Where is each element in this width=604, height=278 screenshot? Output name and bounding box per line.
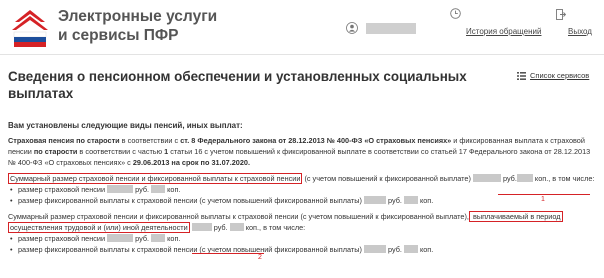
masked-amount bbox=[151, 185, 166, 193]
currency-rub: руб. bbox=[213, 223, 228, 232]
brand-line-2: и сервисы ПФР bbox=[58, 27, 179, 44]
text-fragment: размер страховой пенсии bbox=[18, 234, 108, 243]
currency-kop: коп. bbox=[167, 185, 181, 194]
grid-icon bbox=[517, 72, 526, 80]
masked-amount bbox=[363, 245, 386, 253]
user-name-masked[interactable] bbox=[366, 23, 416, 34]
highlight-box-3: осуществления трудовой и (или) иной деят… bbox=[8, 222, 190, 233]
page-title: Сведения о пенсионном обеспечении и уста… bbox=[8, 69, 467, 101]
list-item: размер фиксированной выплаты к страховой… bbox=[10, 195, 598, 206]
text-fragment: размер страховой пенсии bbox=[18, 185, 108, 194]
clock-icon bbox=[450, 8, 461, 19]
currency-rub: руб. bbox=[502, 174, 517, 183]
history-link[interactable]: История обращений bbox=[466, 27, 541, 36]
exit-icon bbox=[556, 9, 566, 20]
masked-amount bbox=[403, 196, 418, 204]
text-fragment: в соответствии с частью bbox=[77, 147, 165, 156]
masked-amount bbox=[229, 223, 244, 231]
masked-amount bbox=[107, 234, 134, 242]
annotation-number-2: 2 bbox=[258, 254, 262, 261]
pfr-logo-icon[interactable] bbox=[8, 4, 52, 48]
masked-amount bbox=[472, 174, 501, 182]
text-fragment: по старости bbox=[33, 147, 78, 156]
masked-amount bbox=[151, 234, 166, 242]
pension-info: Вам установлены следующие виды пенсий, и… bbox=[8, 120, 598, 255]
list-item: размер фиксированной выплаты к страховой… bbox=[10, 244, 598, 255]
working-amount-line-2: осуществления трудовой и (или) иной деят… bbox=[8, 222, 598, 233]
currency-kop: коп. bbox=[245, 223, 260, 232]
currency-kop: коп. bbox=[419, 245, 434, 254]
highlight-box-2: выплачиваемый в период bbox=[468, 211, 563, 222]
total-amount-line: Суммарный размер страховой пенсии и фикс… bbox=[8, 173, 598, 184]
masked-amount bbox=[516, 174, 533, 182]
currency-rub: руб. bbox=[387, 245, 402, 254]
text-fragment: размер фиксированной выплаты к страховой… bbox=[18, 196, 364, 205]
highlight-box-1: Суммарный размер страховой пенсии и фикс… bbox=[8, 173, 303, 184]
section-heading: Вам установлены следующие виды пенсий, и… bbox=[8, 121, 243, 130]
masked-amount bbox=[363, 196, 386, 204]
currency-rub: руб. bbox=[387, 196, 402, 205]
brand-title[interactable]: Электронные услуги и сервисы ПФР bbox=[58, 7, 217, 45]
logout-link[interactable]: Выход bbox=[568, 27, 592, 36]
working-breakdown-list: размер страховой пенсии руб. коп. размер… bbox=[8, 233, 598, 255]
working-amount-line: Суммарный размер страховой пенсии и фикс… bbox=[8, 211, 598, 222]
masked-amount bbox=[191, 223, 212, 231]
pension-period: 29.06.2013 на срок по 31.07.2020. bbox=[132, 158, 250, 167]
header-divider bbox=[0, 54, 604, 55]
pension-description: Страховая пенсия по старости в соответст… bbox=[8, 135, 598, 168]
text-fragment: в соответствии с bbox=[119, 136, 181, 145]
currency-kop: коп. bbox=[167, 234, 181, 243]
user-icon bbox=[346, 22, 358, 34]
list-item: размер страховой пенсии руб. коп. bbox=[10, 233, 598, 244]
currency-rub: руб. bbox=[135, 234, 150, 243]
masked-amount bbox=[403, 245, 418, 253]
page-header: Электронные услуги и сервисы ПФР История… bbox=[0, 0, 604, 52]
brand-line-1: Электронные услуги bbox=[58, 8, 218, 25]
law-reference: ст. 8 Федерального закона от 28.12.2013 … bbox=[180, 136, 452, 145]
currency-kop: коп. bbox=[534, 174, 549, 183]
pension-type: Страховая пенсия по старости bbox=[8, 136, 120, 145]
annotation-underline-2 bbox=[192, 253, 264, 255]
text-fragment: , в том числе: bbox=[259, 223, 306, 232]
text-fragment: , в том числе: bbox=[548, 174, 595, 183]
currency-kop: коп. bbox=[419, 196, 434, 205]
text-fragment: Суммарный размер страховой пенсии и фикс… bbox=[8, 212, 469, 221]
masked-amount bbox=[107, 185, 134, 193]
services-list-link[interactable]: Список сервисов bbox=[530, 71, 589, 80]
text-fragment: (с учетом повышений к фиксированной выпл… bbox=[302, 174, 473, 183]
annotation-number-1: 1 bbox=[541, 196, 545, 203]
text-fragment: размер фиксированной выплаты к страховой… bbox=[18, 245, 364, 254]
currency-rub: руб. bbox=[135, 185, 150, 194]
